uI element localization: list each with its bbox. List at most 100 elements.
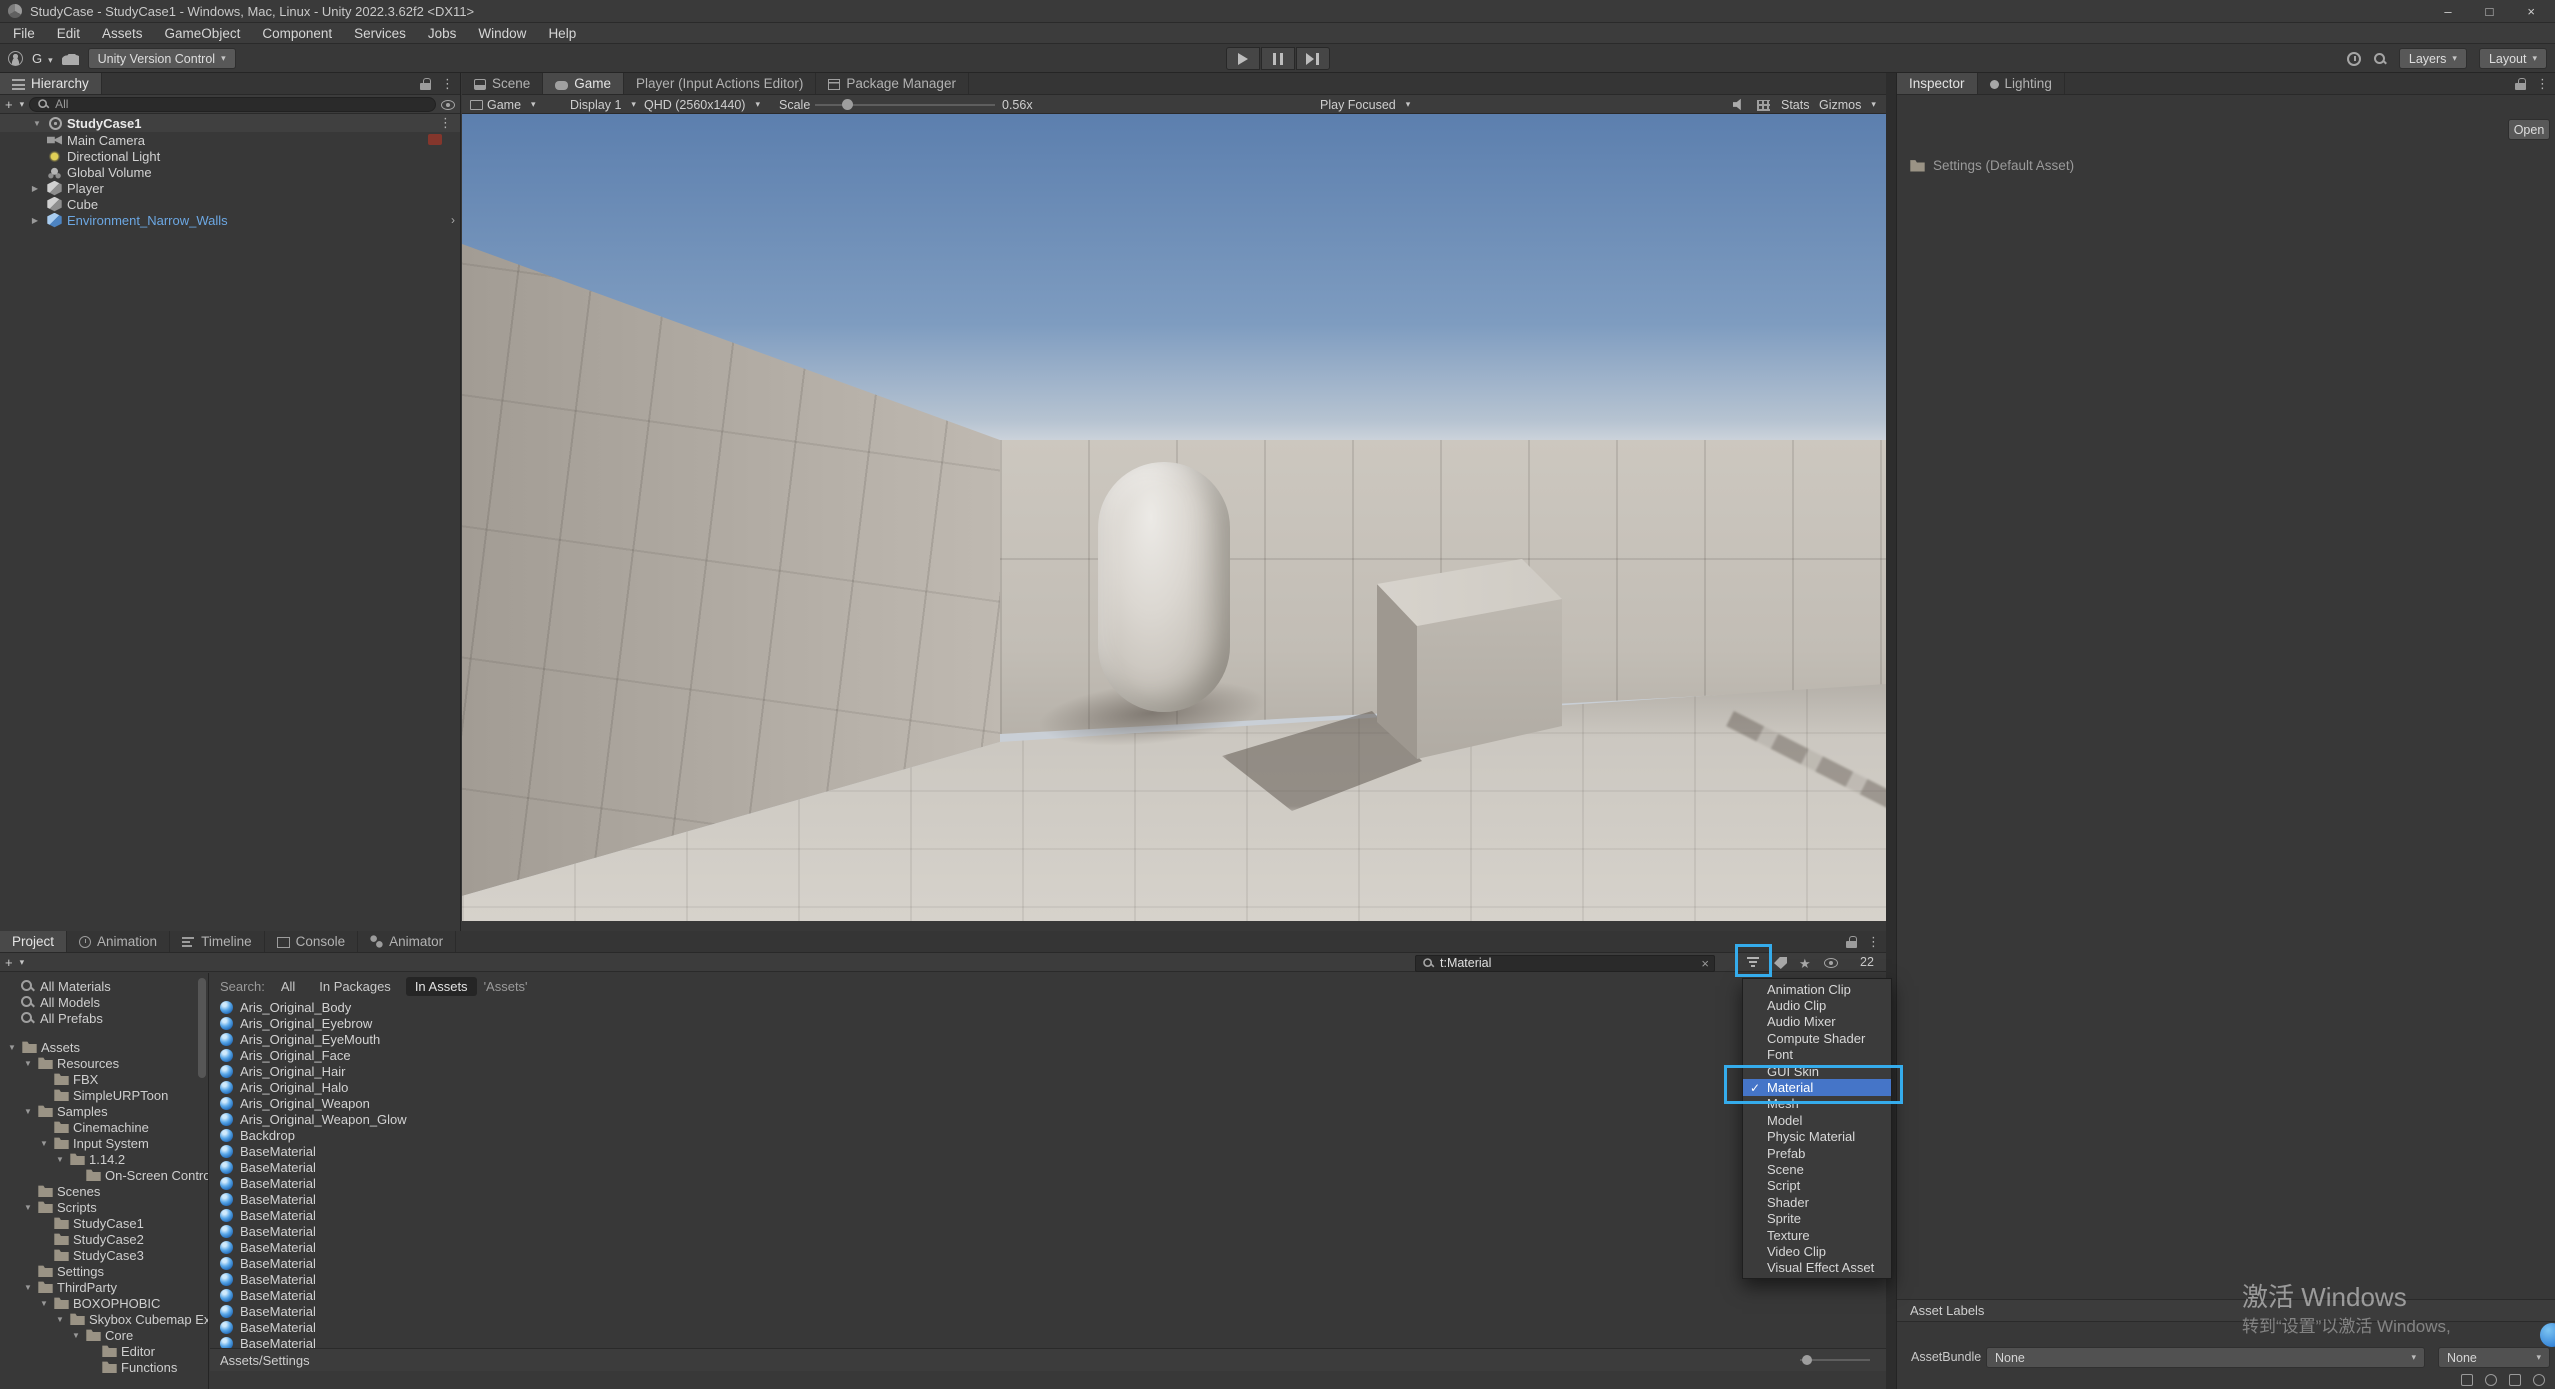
scope-chip[interactable]: In Assets: [406, 977, 477, 996]
scale-slider-knob[interactable]: [842, 99, 853, 110]
cache-status-icon[interactable]: [2461, 1374, 2473, 1386]
viewport-tab[interactable]: Scene: [462, 73, 543, 94]
folder-item[interactable]: ▼ Scripts: [0, 1199, 208, 1215]
prefab-open-arrow-icon[interactable]: ›: [451, 213, 455, 227]
resolution-dropdown[interactable]: QHD (2560x1440)▾: [644, 95, 760, 114]
expand-arrow-icon[interactable]: ▼: [22, 1283, 34, 1292]
bottom-tab[interactable]: Console: [265, 931, 359, 952]
viewport-tab[interactable]: Package Manager: [816, 73, 969, 94]
panel-menu-icon[interactable]: ⋮: [2536, 76, 2549, 92]
type-filter-option[interactable]: Model: [1743, 1112, 1891, 1128]
game-mode-dropdown[interactable]: Game▾: [470, 95, 536, 114]
asset-item[interactable]: BaseMaterial: [210, 1143, 1886, 1159]
hierarchy-item[interactable]: ▶ Player: [0, 180, 460, 196]
account-icon[interactable]: [8, 51, 23, 66]
folder-item[interactable]: ▼ ThirdParty: [0, 1279, 208, 1295]
search-icon[interactable]: [2373, 52, 2387, 66]
folder-item[interactable]: Editor: [0, 1343, 208, 1359]
hierarchy-item[interactable]: ▶ Environment_Narrow_Walls ›: [0, 212, 460, 228]
folder-item[interactable]: ▼ Assets: [0, 1039, 208, 1055]
menu-item[interactable]: Edit: [46, 23, 91, 44]
hierarchy-item[interactable]: Directional Light: [0, 148, 460, 164]
folder-item[interactable]: ▼ 1.14.2: [0, 1151, 208, 1167]
project-search-input[interactable]: t:Material ×: [1415, 955, 1715, 972]
step-button[interactable]: [1296, 47, 1330, 70]
type-filter-option[interactable]: Texture: [1743, 1227, 1891, 1243]
asset-item[interactable]: BaseMaterial: [210, 1207, 1886, 1223]
type-filter-option[interactable]: Scene: [1743, 1161, 1891, 1177]
favorite-item[interactable]: All Materials: [0, 978, 208, 994]
folder-item[interactable]: ▼ Core: [0, 1327, 208, 1343]
notification-icon[interactable]: [2509, 1374, 2521, 1386]
asset-item[interactable]: Aris_Original_Halo: [210, 1079, 1886, 1095]
expand-arrow-icon[interactable]: ▼: [22, 1203, 34, 1212]
tree-scrollbar[interactable]: [198, 978, 206, 1078]
type-filter-option[interactable]: Shader: [1743, 1194, 1891, 1210]
folder-item[interactable]: StudyCase1: [0, 1215, 208, 1231]
asset-item[interactable]: Aris_Original_Hair: [210, 1063, 1886, 1079]
folder-item[interactable]: Functions: [0, 1359, 208, 1375]
lock-icon[interactable]: [1846, 936, 1857, 949]
type-filter-option[interactable]: Sprite: [1743, 1210, 1891, 1226]
expand-arrow-icon[interactable]: ▶: [28, 216, 42, 225]
menu-item[interactable]: Assets: [91, 23, 154, 44]
type-filter-option[interactable]: Material: [1743, 1079, 1891, 1095]
folder-item[interactable]: StudyCase3: [0, 1247, 208, 1263]
menu-item[interactable]: File: [2, 23, 46, 44]
asset-item[interactable]: BaseMaterial: [210, 1239, 1886, 1255]
save-search-icon[interactable]: [1799, 956, 1814, 971]
asset-item[interactable]: BaseMaterial: [210, 1255, 1886, 1271]
play-button[interactable]: [1226, 47, 1260, 70]
scope-chip[interactable]: In Packages: [310, 977, 400, 996]
menu-item[interactable]: Services: [343, 23, 417, 44]
undo-history-icon[interactable]: [2347, 52, 2361, 66]
menu-item[interactable]: Window: [467, 23, 537, 44]
asset-item[interactable]: BaseMaterial: [210, 1303, 1886, 1319]
account-dropdown[interactable]: G▾: [32, 51, 53, 66]
collapse-arrow-icon[interactable]: [30, 119, 44, 128]
display-dropdown[interactable]: Display 1▾: [570, 95, 636, 114]
stats-button[interactable]: Stats: [1781, 95, 1810, 114]
scene-visibility-icon[interactable]: [441, 100, 455, 110]
expand-arrow-icon[interactable]: ▼: [54, 1155, 66, 1164]
asset-item[interactable]: BaseMaterial: [210, 1319, 1886, 1335]
menu-item[interactable]: Component: [251, 23, 343, 44]
type-filter-option[interactable]: Video Clip: [1743, 1243, 1891, 1259]
bottom-tab[interactable]: Project: [0, 931, 67, 952]
panel-menu-icon[interactable]: ⋮: [1867, 934, 1880, 950]
open-asset-button[interactable]: Open: [2508, 119, 2550, 140]
asset-item[interactable]: BaseMaterial: [210, 1287, 1886, 1303]
scope-chip[interactable]: All: [272, 977, 304, 996]
viewport-tab[interactable]: Player (Input Actions Editor): [624, 73, 816, 94]
type-filter-option[interactable]: Compute Shader: [1743, 1030, 1891, 1046]
expand-arrow-icon[interactable]: ▼: [54, 1315, 66, 1324]
expand-arrow-icon[interactable]: ▼: [38, 1139, 50, 1148]
expand-arrow-icon[interactable]: ▼: [38, 1299, 50, 1308]
menu-item[interactable]: Jobs: [417, 23, 468, 44]
inspector-tab[interactable]: Inspector: [1897, 73, 1978, 94]
lock-icon[interactable]: [420, 78, 431, 91]
create-asset-button[interactable]: +▾: [5, 955, 24, 970]
mute-audio-icon[interactable]: [1733, 95, 1746, 114]
asset-item[interactable]: BaseMaterial: [210, 1271, 1886, 1287]
folder-item[interactable]: ▼ Skybox Cubemap Ext: [0, 1311, 208, 1327]
hidden-packages-icon[interactable]: [1824, 958, 1838, 968]
type-filter-option[interactable]: Font: [1743, 1047, 1891, 1063]
folder-item[interactable]: FBX: [0, 1071, 208, 1087]
type-filter-option[interactable]: Mesh: [1743, 1096, 1891, 1112]
viewport-tab[interactable]: Game: [543, 73, 624, 94]
type-filter-option[interactable]: Audio Mixer: [1743, 1014, 1891, 1030]
bottom-tab[interactable]: Timeline: [170, 931, 265, 952]
scene-menu-icon[interactable]: ⋮: [439, 115, 452, 131]
folder-item[interactable]: ▼ Input System: [0, 1135, 208, 1151]
favorite-item[interactable]: All Prefabs: [0, 1010, 208, 1026]
hierarchy-search-input[interactable]: All: [29, 97, 436, 112]
asset-item[interactable]: Backdrop: [210, 1127, 1886, 1143]
play-focused-dropdown[interactable]: Play Focused▾: [1320, 95, 1410, 114]
icon-size-slider[interactable]: [1800, 1359, 1870, 1361]
asset-item[interactable]: Aris_Original_Body: [210, 999, 1886, 1015]
asset-item[interactable]: BaseMaterial: [210, 1159, 1886, 1175]
search-by-type-icon[interactable]: [1746, 956, 1760, 969]
hierarchy-item[interactable]: Main Camera: [0, 132, 460, 148]
folder-item[interactable]: ▼ Samples: [0, 1103, 208, 1119]
